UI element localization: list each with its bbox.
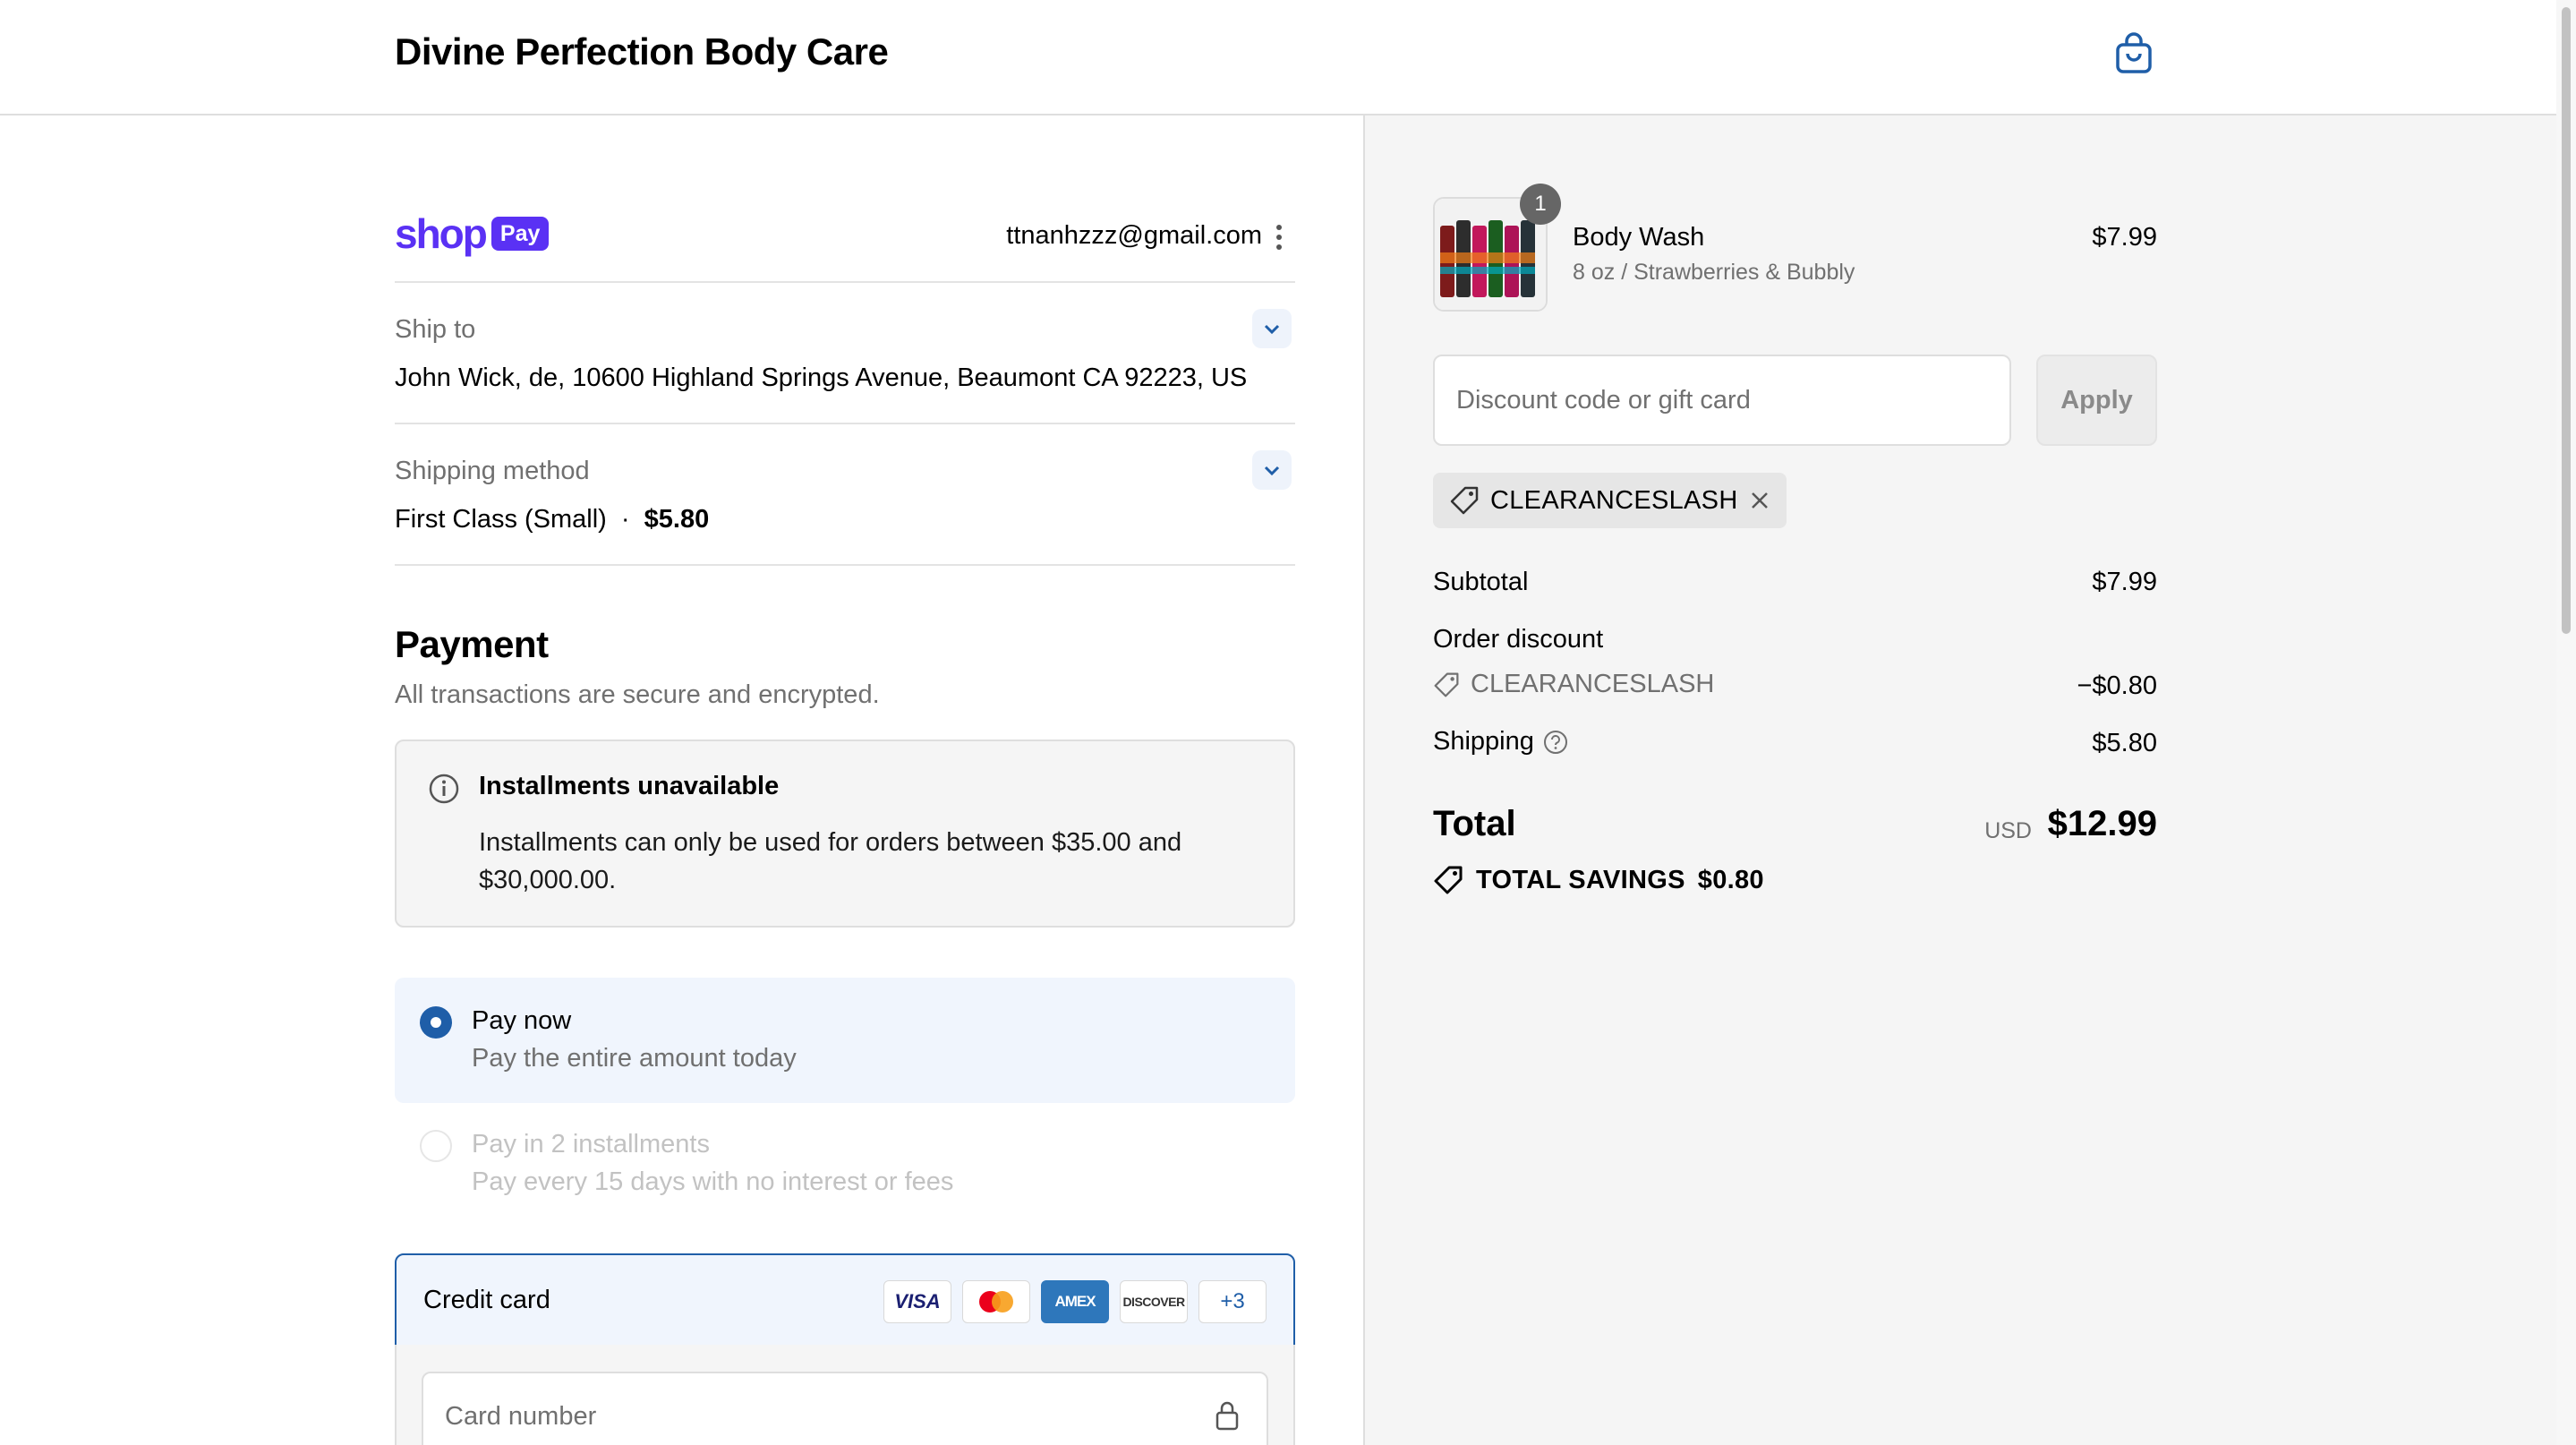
option-title: Pay now bbox=[472, 1006, 572, 1035]
order-discount-code: CLEARANCESLASH bbox=[1471, 670, 1715, 698]
apply-discount-button[interactable]: Apply bbox=[2036, 355, 2157, 446]
shipping-row-label: Shipping bbox=[1433, 727, 1568, 757]
chevron-down-icon bbox=[1264, 466, 1280, 476]
notice-body: Installments can only be used for orders… bbox=[479, 828, 1182, 894]
savings-label: TOTAL SAVINGS bbox=[1476, 865, 1685, 894]
option-title: Pay in 2 installments bbox=[472, 1130, 710, 1159]
card-number-field[interactable]: Card number bbox=[422, 1372, 1268, 1445]
close-icon[interactable] bbox=[1749, 490, 1770, 511]
card-number-placeholder: Card number bbox=[445, 1402, 597, 1431]
mastercard-logo bbox=[962, 1280, 1030, 1323]
shop-pay-pill: Pay bbox=[490, 217, 550, 251]
option-subtitle: Pay the entire amount today bbox=[472, 1044, 797, 1073]
total-currency: USD bbox=[1984, 818, 2032, 843]
notice-title: Installments unavailable bbox=[479, 772, 780, 800]
product-variant: 8 oz / Strawberries & Bubbly bbox=[1573, 260, 1855, 285]
ship-to-address: John Wick, de, 10600 Highland Springs Av… bbox=[395, 363, 1248, 392]
shopping-bag-icon[interactable] bbox=[2114, 32, 2154, 75]
shipping-method-name: First Class (Small) bbox=[395, 505, 607, 534]
payment-subheading: All transactions are secure and encrypte… bbox=[395, 680, 880, 709]
tag-icon bbox=[1450, 486, 1479, 515]
order-discount-code-row: CLEARANCESLASH bbox=[1433, 670, 1714, 699]
pay-in-installments-option: Pay in 2 installments Pay every 15 days … bbox=[395, 1117, 1295, 1207]
discount-code-input[interactable] bbox=[1435, 356, 2009, 444]
product-name: Body Wash bbox=[1573, 223, 1705, 252]
total-label: Total bbox=[1433, 804, 1516, 843]
divider bbox=[395, 281, 1295, 283]
tag-icon bbox=[1434, 672, 1459, 697]
more-cards-badge: +3 bbox=[1198, 1280, 1267, 1323]
separator: · bbox=[620, 505, 630, 534]
visa-logo: VISA bbox=[883, 1280, 951, 1323]
applied-discount-code: CLEARANCESLASH bbox=[1490, 485, 1738, 515]
total-value: $12.99 bbox=[2047, 804, 2157, 843]
store-name[interactable]: Divine Perfection Body Care bbox=[395, 30, 889, 73]
info-icon bbox=[429, 774, 459, 804]
chevron-down-icon bbox=[1264, 324, 1280, 335]
shipping-label: Shipping bbox=[1433, 727, 1534, 756]
lock-icon bbox=[1215, 1401, 1239, 1431]
quantity-badge: 1 bbox=[1520, 184, 1561, 225]
product-price: $7.99 bbox=[2092, 223, 2157, 252]
shipping-method-label: Shipping method bbox=[395, 457, 590, 485]
amex-logo: AMEX bbox=[1041, 1280, 1109, 1323]
order-discount-value: −$0.80 bbox=[2077, 671, 2157, 700]
subtotal-label: Subtotal bbox=[1433, 568, 1529, 596]
subtotal-value: $7.99 bbox=[2092, 568, 2157, 596]
shipping-method-price: $5.80 bbox=[644, 505, 710, 534]
site-header: Divine Perfection Body Care bbox=[0, 0, 2576, 115]
shop-pay-logo: shop Pay bbox=[395, 210, 550, 257]
shipping-method-expand-button[interactable] bbox=[1252, 450, 1292, 490]
credit-card-option[interactable]: Credit card VISA AMEX DISCOVER +3 bbox=[395, 1253, 1295, 1347]
card-brand-logos: VISA AMEX DISCOVER +3 bbox=[883, 1280, 1267, 1323]
ship-to-expand-button[interactable] bbox=[1252, 309, 1292, 348]
account-email: ttnanhzzz@gmail.com bbox=[1006, 221, 1262, 250]
order-summary bbox=[1363, 115, 2556, 1445]
shipping-value: $5.80 bbox=[2092, 729, 2157, 757]
order-discount-label: Order discount bbox=[1433, 625, 1604, 654]
discover-logo: DISCOVER bbox=[1120, 1280, 1188, 1323]
ship-to-label: Ship to bbox=[395, 315, 476, 344]
divider bbox=[395, 564, 1295, 566]
more-options-icon[interactable] bbox=[1275, 224, 1283, 251]
applied-discount-chip: CLEARANCESLASH bbox=[1433, 473, 1787, 528]
shipping-method-value: First Class (Small) · $5.80 bbox=[395, 505, 709, 534]
discount-code-field[interactable] bbox=[1433, 355, 2011, 446]
pay-now-option[interactable]: Pay now Pay the entire amount today bbox=[395, 978, 1295, 1103]
divider bbox=[395, 423, 1295, 424]
credit-card-label: Credit card bbox=[423, 1286, 550, 1314]
savings-tag-icon bbox=[1434, 866, 1463, 894]
total-savings: TOTAL SAVINGS $0.80 bbox=[1433, 865, 1764, 895]
payment-heading: Payment bbox=[395, 623, 549, 665]
savings-value: $0.80 bbox=[1697, 865, 1764, 894]
installments-radio bbox=[420, 1130, 452, 1162]
shop-pay-wordmark: shop bbox=[395, 210, 488, 257]
pay-now-radio[interactable] bbox=[420, 1006, 452, 1039]
option-subtitle: Pay every 15 days with no interest or fe… bbox=[472, 1167, 954, 1196]
help-icon[interactable] bbox=[1543, 730, 1568, 755]
scrollbar-thumb[interactable] bbox=[2562, 7, 2571, 634]
installments-notice: Installments unavailable Installments ca… bbox=[395, 740, 1295, 928]
